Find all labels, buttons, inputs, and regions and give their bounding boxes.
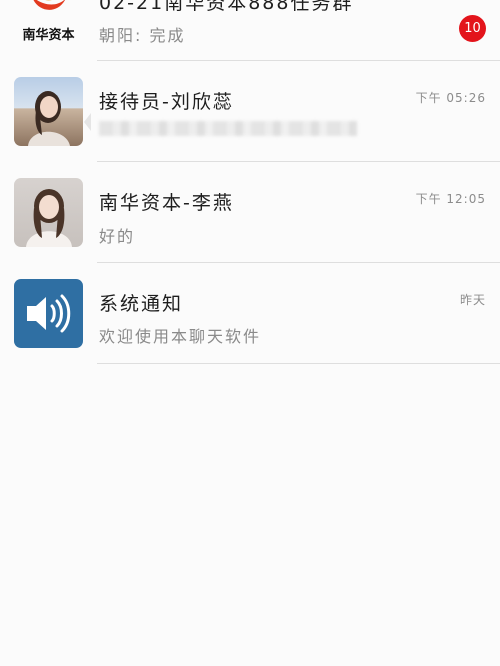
conversation-name: 系统通知 (99, 293, 184, 315)
logo-text: 南华资本 (22, 28, 75, 43)
conversation-name: 南华资本-李燕 (99, 192, 234, 214)
row-divider (97, 363, 500, 364)
speaker-icon (27, 294, 71, 333)
person-photo-icon (28, 91, 70, 146)
conversation-preview: 好的 (99, 227, 136, 246)
conversation-time: 昨天 (459, 293, 486, 307)
conversation-time: 下午 05:26 (415, 91, 486, 105)
person-photo-icon (26, 189, 72, 247)
avatar (14, 178, 83, 247)
swipe-hint-arrow (84, 113, 91, 131)
group-avatar: 南华资本 (14, 0, 83, 45)
conversation-time: 下午 12:05 (415, 192, 486, 206)
conversation-item-system[interactable]: 系统通知 欢迎使用本聊天软件 昨天 (0, 263, 500, 364)
unread-badge: 10 (459, 15, 486, 42)
conversation-item-liyan[interactable]: 南华资本-李燕 好的 下午 12:05 (0, 162, 500, 263)
system-avatar (14, 279, 83, 348)
conversation-name: 接待员-刘欣蕊 (99, 91, 234, 113)
blurred-preview (99, 121, 357, 136)
conversation-item-receptionist[interactable]: 接待员-刘欣蕊 下午 05:26 (0, 61, 500, 162)
conversation-name: 02-21南华资本888任务群 (99, 0, 354, 14)
conversation-item-group[interactable]: 南华资本 02-21南华资本888任务群 朝阳: 完成 10 (0, 0, 500, 61)
conversation-preview: 欢迎使用本聊天软件 (99, 327, 262, 346)
conversation-preview: 朝阳: 完成 (99, 26, 186, 45)
avatar (14, 77, 83, 146)
